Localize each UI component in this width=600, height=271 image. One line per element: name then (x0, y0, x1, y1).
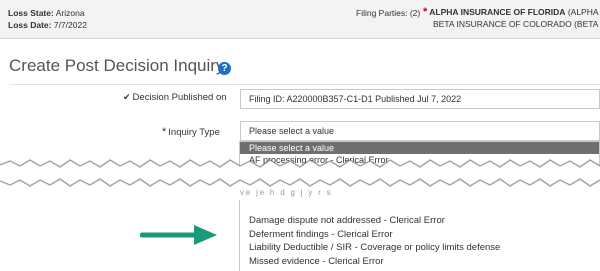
required-asterisk-icon: * (162, 126, 167, 138)
claim-header: Loss State: Arizona Loss Date: 7/7/2022 … (0, 0, 600, 39)
loss-date: Loss Date: 7/7/2022 (8, 20, 87, 30)
filing-parties-label: Filing Parties: (2) (356, 8, 421, 18)
required-star-icon: * (423, 6, 428, 18)
page-title: Create Post Decision Inquiry (9, 56, 225, 75)
dropdown-option[interactable]: Missed evidence - Clerical Error (240, 255, 600, 269)
torn-edge-divider (0, 159, 600, 191)
dropdown-option[interactable]: Liability Deductible / SIR - Coverage or… (240, 241, 600, 255)
pointer-arrow-icon (140, 225, 217, 245)
loss-state: Loss State: Arizona (8, 8, 85, 18)
inquiry-type-options: Damage dispute not addressed - Clerical … (239, 200, 600, 271)
dropdown-option[interactable]: Deferment findings - Clerical Error (240, 228, 600, 242)
title-divider (9, 84, 600, 85)
dropdown-option-placeholder[interactable]: Please select a value (240, 142, 599, 154)
inquiry-type-select[interactable]: Please select a value (240, 121, 600, 141)
decision-label: ✔ Decision Published on (123, 92, 227, 103)
check-icon: ✔ (123, 92, 131, 102)
filing-parties-list: *ALPHA INSURANCE OF FLORIDA (ALPHA REG B… (423, 6, 600, 29)
partial-option-text: ve je h d g j y r s (240, 188, 333, 197)
inquiry-type-label: * Inquiry Type (162, 126, 220, 138)
help-icon[interactable]: ? (218, 62, 231, 75)
dropdown-option[interactable]: Damage dispute not addressed - Clerical … (240, 214, 600, 228)
decision-field: Filing ID: A220000B357-C1-D1 Published J… (240, 89, 600, 109)
